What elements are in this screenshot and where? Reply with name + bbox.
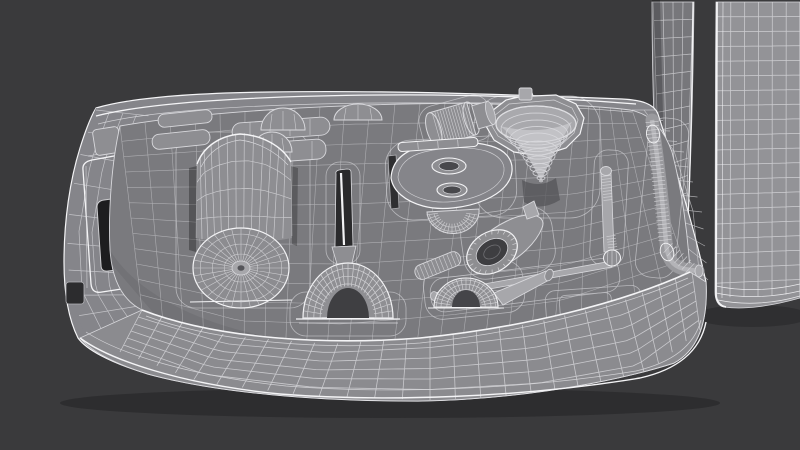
lid-outer-face [715, 2, 800, 308]
cylindrical-canister [189, 133, 298, 308]
boss-tab [519, 88, 532, 100]
render-viewport [0, 0, 800, 450]
wireframe-render [0, 0, 800, 450]
latch-block-bottom [66, 282, 84, 304]
